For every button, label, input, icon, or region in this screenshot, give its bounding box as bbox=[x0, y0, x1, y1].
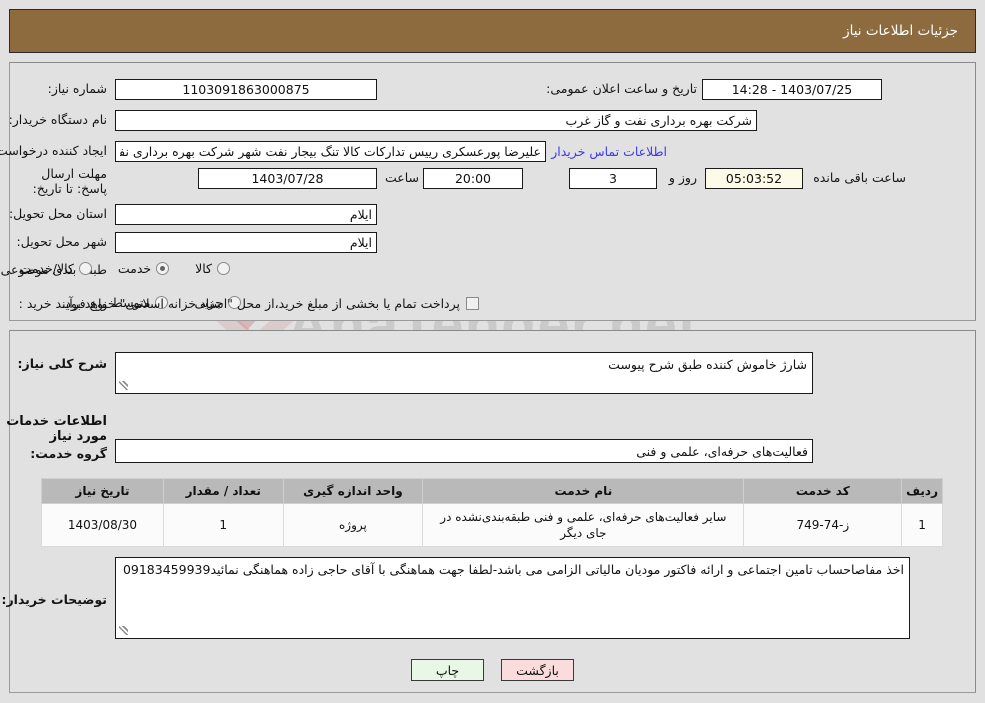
delivery-province-label: استان محل تحویل: bbox=[8, 206, 107, 221]
countdown-timer-field: 05:03:52 bbox=[705, 168, 803, 189]
cell-name: سایر فعالیت‌های حرفه‌ای، علمی و فنی طبقه… bbox=[422, 503, 745, 547]
buyer-org-field[interactable]: شرکت بهره برداری نفت و گاز غرب bbox=[115, 110, 757, 131]
category-option-goods-service[interactable]: کالا/خدمت bbox=[19, 261, 92, 276]
th-need-date: تاریخ نیاز bbox=[41, 478, 164, 504]
service-group-field[interactable]: فعالیت‌های حرفه‌ای، علمی و فنی bbox=[115, 439, 813, 463]
need-summary-panel bbox=[9, 62, 976, 321]
need-number-row: شماره نیاز: bbox=[48, 81, 107, 96]
remaining-hours-label: ساعت باقی مانده bbox=[813, 170, 906, 185]
general-description-textarea[interactable]: شارژ خاموش کننده طبق شرح پیوست bbox=[115, 352, 813, 394]
need-number-field[interactable]: 1103091863000875 bbox=[115, 79, 377, 100]
delivery-province-value: ایلام bbox=[349, 207, 372, 222]
response-deadline-label: مهلت ارسال پاسخ: تا تاریخ: bbox=[32, 166, 107, 196]
page-header: جزئیات اطلاعات نیاز bbox=[9, 9, 976, 53]
back-button[interactable]: بازگشت bbox=[501, 659, 574, 681]
subject-category-radio-group: کالا خدمت کالا/خدمت bbox=[19, 261, 230, 276]
cell-quantity: 1 bbox=[162, 503, 284, 547]
page-title: جزئیات اطلاعات نیاز bbox=[843, 23, 958, 39]
deadline-hour-field[interactable]: 20:00 bbox=[423, 168, 523, 189]
buyer-notes-value: اخذ مفاصاحساب تامین اجتماعی و ارائه فاکت… bbox=[122, 562, 904, 577]
buyer-contact-link[interactable]: اطلاعات تماس خریدار bbox=[551, 144, 667, 159]
cell-index: 1 bbox=[901, 503, 943, 547]
radio-goods-service-icon[interactable] bbox=[78, 262, 92, 275]
buyer-org-label-wrap: نام دستگاه خریدار: bbox=[9, 112, 107, 127]
request-creator-field[interactable]: علیرضا پورعسکری رییس تدارکات کالا تنگ بی… bbox=[115, 141, 546, 162]
buyer-org-value: شرکت بهره برداری نفت و گاز غرب bbox=[565, 113, 752, 128]
delivery-city-value: ایلام bbox=[349, 235, 372, 250]
deadline-date-value: 1403/07/28 bbox=[251, 171, 324, 186]
radio-service-icon[interactable] bbox=[156, 262, 170, 275]
deadline-label-wrap: مهلت ارسال پاسخ: تا تاریخ: bbox=[7, 166, 107, 196]
deadline-hour-value: 20:00 bbox=[454, 171, 492, 186]
category-option-service-label: خدمت bbox=[117, 261, 152, 276]
table-row: 1 ز-74-749 سایر فعالیت‌های حرفه‌ای، علمی… bbox=[41, 503, 943, 547]
announcement-datetime-label: تاریخ و ساعت اعلان عمومی: bbox=[546, 81, 697, 96]
service-group-value: فعالیت‌های حرفه‌ای، علمی و فنی bbox=[636, 443, 808, 459]
services-section-title: اطلاعات خدمات مورد نیاز bbox=[6, 414, 107, 444]
general-description-value: شارژ خاموش کننده طبق شرح پیوست bbox=[608, 357, 807, 372]
action-button-bar: بازگشت چاپ bbox=[0, 659, 985, 681]
remaining-days-value: 3 bbox=[609, 171, 617, 186]
request-creator-value: علیرضا پورعسکری رییس تدارکات کالا تنگ بی… bbox=[120, 144, 541, 159]
general-description-label: شرح کلی نیاز: bbox=[17, 356, 107, 371]
deadline-hour-label: ساعت bbox=[384, 170, 419, 185]
treasury-bond-label: پرداخت تمام یا بخشی از مبلغ خرید،از محل … bbox=[61, 296, 460, 311]
cell-unit: پروژه bbox=[282, 503, 424, 547]
announcement-datetime-field[interactable]: 14:28 - 1403/07/25 bbox=[702, 79, 882, 100]
remaining-days-field[interactable]: 3 bbox=[569, 168, 657, 189]
delivery-province-field[interactable]: ایلام bbox=[115, 204, 377, 225]
announcement-label-wrap: تاریخ و ساعت اعلان عمومی: bbox=[546, 81, 697, 96]
th-index: ردیف bbox=[901, 478, 943, 504]
radio-goods-icon[interactable] bbox=[217, 262, 230, 275]
category-option-service[interactable]: خدمت bbox=[117, 261, 170, 276]
th-code: کد خدمت bbox=[743, 478, 903, 504]
table-header-row: ردیف کد خدمت نام خدمت واحد اندازه گیری ت… bbox=[41, 478, 943, 504]
deadline-date-field[interactable]: 1403/07/28 bbox=[198, 168, 377, 189]
cell-code: ز-74-749 bbox=[743, 503, 903, 547]
cell-need-date: 1403/08/30 bbox=[41, 503, 164, 547]
service-group-label: گروه خدمت: bbox=[30, 446, 107, 461]
buyer-notes-label: توضیحات خریدار: bbox=[1, 592, 107, 607]
countdown-timer-value: 05:03:52 bbox=[725, 171, 783, 186]
th-name: نام خدمت bbox=[422, 478, 745, 504]
need-number-value: 1103091863000875 bbox=[182, 82, 310, 97]
remaining-days-label: روز و bbox=[668, 170, 697, 185]
province-label-wrap: استان محل تحویل: bbox=[9, 206, 107, 221]
creator-label-wrap: ایجاد کننده درخواست: bbox=[0, 143, 107, 158]
request-creator-label: ایجاد کننده درخواست: bbox=[0, 143, 107, 158]
announcement-datetime-value: 14:28 - 1403/07/25 bbox=[731, 82, 853, 97]
category-option-goods-service-label: کالا/خدمت bbox=[19, 261, 74, 276]
delivery-city-field[interactable]: ایلام bbox=[115, 232, 377, 253]
th-quantity: تعداد / مقدار bbox=[162, 478, 284, 504]
treasury-bond-row[interactable]: پرداخت تمام یا بخشی از مبلغ خرید،از محل … bbox=[61, 296, 479, 311]
delivery-city-label: شهر محل تحویل: bbox=[16, 234, 107, 249]
need-number-label: شماره نیاز: bbox=[47, 81, 107, 96]
city-label-wrap: شهر محل تحویل: bbox=[17, 234, 107, 249]
buyer-org-label: نام دستگاه خریدار: bbox=[8, 112, 107, 127]
category-option-goods-label: کالا bbox=[195, 261, 212, 276]
service-items-table: ردیف کد خدمت نام خدمت واحد اندازه گیری ت… bbox=[41, 478, 943, 547]
buyer-notes-textarea[interactable]: اخذ مفاصاحساب تامین اجتماعی و ارائه فاکت… bbox=[115, 557, 910, 639]
category-option-goods[interactable]: کالا bbox=[195, 261, 230, 276]
treasury-bond-checkbox[interactable] bbox=[466, 297, 479, 310]
print-button[interactable]: چاپ bbox=[411, 659, 484, 681]
th-unit: واحد اندازه گیری bbox=[282, 478, 424, 504]
